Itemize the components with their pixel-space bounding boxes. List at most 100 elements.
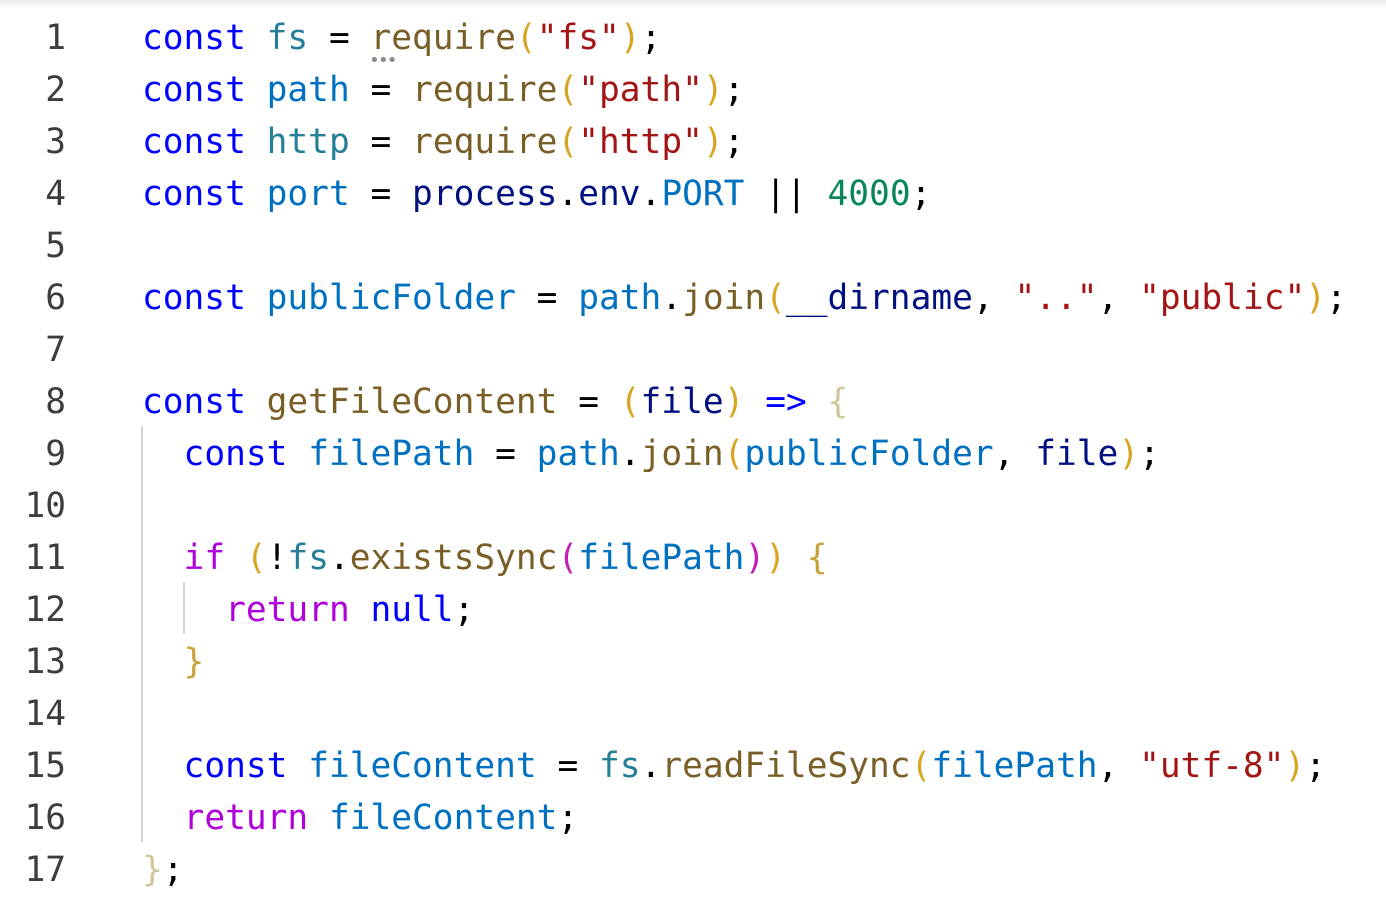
code-token: ) [619,18,641,58]
code-line[interactable]: 6 const publicFolder = path.join(__dirnam… [0,272,1386,324]
line-code[interactable]: }; [142,844,184,896]
code-token: path [266,70,350,110]
line-code[interactable]: const port = process.env.PORT || 4000; [142,168,931,220]
code-token: filePath [578,538,745,578]
code-token: "http" [578,122,703,162]
code-line[interactable]: 12 return null; [0,584,1386,636]
code-line[interactable]: 10 [0,480,1386,532]
code-token: http [266,122,350,162]
line-number: 9 [45,434,66,474]
line-number: 15 [24,746,66,786]
line-number: 11 [24,538,66,578]
code-token: . [557,174,579,214]
code-token: = [349,70,413,110]
code-token: readFileSync [661,746,911,786]
code-token: ( [515,18,537,58]
code-line[interactable]: 5 [0,220,1386,272]
code-token: ; [453,590,475,630]
code-token: = [515,278,579,318]
code-line[interactable]: 7 [0,324,1386,376]
code-line[interactable]: 3 const http = require("http"); [0,116,1386,168]
code-token: ) [765,538,786,578]
code-token: { [806,538,828,578]
code-token: ; [723,122,745,162]
code-token: require [412,122,558,162]
line-number: 16 [24,798,66,838]
code-line[interactable]: 9 const filePath = path.join(publicFolde… [0,428,1386,480]
code-token: ; [162,850,184,890]
line-number: 13 [24,642,66,682]
code-token: ( [910,746,932,786]
code-token: = [536,746,599,786]
code-token: null [370,590,454,630]
line-code[interactable]: const http = require("http"); [142,116,744,168]
code-line[interactable]: 14 [0,688,1386,740]
line-code[interactable]: } [142,636,205,688]
code-token: "path" [578,70,703,110]
line-code[interactable]: const publicFolder = path.join(__dirname… [142,272,1347,324]
code-line[interactable]: 4 const port = process.env.PORT || 4000; [0,168,1386,220]
code-token: if [183,538,226,578]
code-token: port [266,174,350,214]
code-token: filePath [308,434,475,474]
code-token: return [183,798,309,838]
code-line[interactable]: 15 const fileContent = fs.readFileSync(f… [0,740,1386,792]
code-token: { [827,382,849,422]
code-token: ) [702,70,724,110]
line-code[interactable]: if (!fs.existsSync(filePath)) { [142,532,828,584]
code-token: = [308,18,371,58]
line-code[interactable]: const filePath = path.join(publicFolder,… [142,428,1160,480]
hint-dots-icon[interactable]: ••• [369,52,397,70]
code-token: const [142,122,246,162]
code-editor[interactable]: 1 const fs = require("fs"); 2 const path = … [0,0,1386,900]
line-code[interactable]: const fileContent = fs.readFileSync(file… [142,740,1326,792]
code-token: const [183,434,288,474]
code-token: ( [557,70,579,110]
line-number: 4 [45,174,66,214]
line-number: 10 [24,486,66,526]
line-code[interactable]: return fileContent; [142,792,579,844]
code-token: filePath [931,746,1098,786]
code-line[interactable]: 16 return fileContent; [0,792,1386,844]
code-token: . [619,434,641,474]
code-token: fs [266,18,309,58]
code-token: ; [1326,278,1347,318]
code-token: __dirname [785,278,973,318]
code-token: ( [723,434,745,474]
line-number: 1 [45,18,66,58]
code-token: } [183,642,205,682]
code-token: = [349,174,413,214]
code-token: "fs" [536,18,620,58]
code-line[interactable]: 1 const fs = require("fs"); [0,12,1386,64]
line-code[interactable]: const path = require("path"); [142,64,744,116]
code-token: const [142,382,246,422]
code-token: return [225,590,350,630]
line-code[interactable]: return null; [142,584,474,636]
code-line[interactable]: 17}; [0,844,1386,896]
code-line[interactable]: 8 const getFileContent = (file) => { [0,376,1386,428]
line-number: 12 [24,590,66,630]
scroll-shadow [0,0,1386,8]
code-token: , [1097,278,1140,318]
code-token: ) [723,382,745,422]
code-token: . [328,538,350,578]
code-token: join [682,278,766,318]
code-line[interactable]: 11 if (!fs.existsSync(filePath)) { [0,532,1386,584]
line-code[interactable]: const fs = require("fs"); [142,12,661,64]
code-line[interactable]: 2 const path = require("path"); [0,64,1386,116]
code-token: . [640,174,662,214]
line-code[interactable]: const getFileContent = (file) => { [142,376,848,428]
code-token: file [1035,434,1119,474]
code-token: ; [723,70,745,110]
code-token: require [412,70,558,110]
code-line[interactable]: 13 } [0,636,1386,688]
code-token: "public" [1139,278,1306,318]
